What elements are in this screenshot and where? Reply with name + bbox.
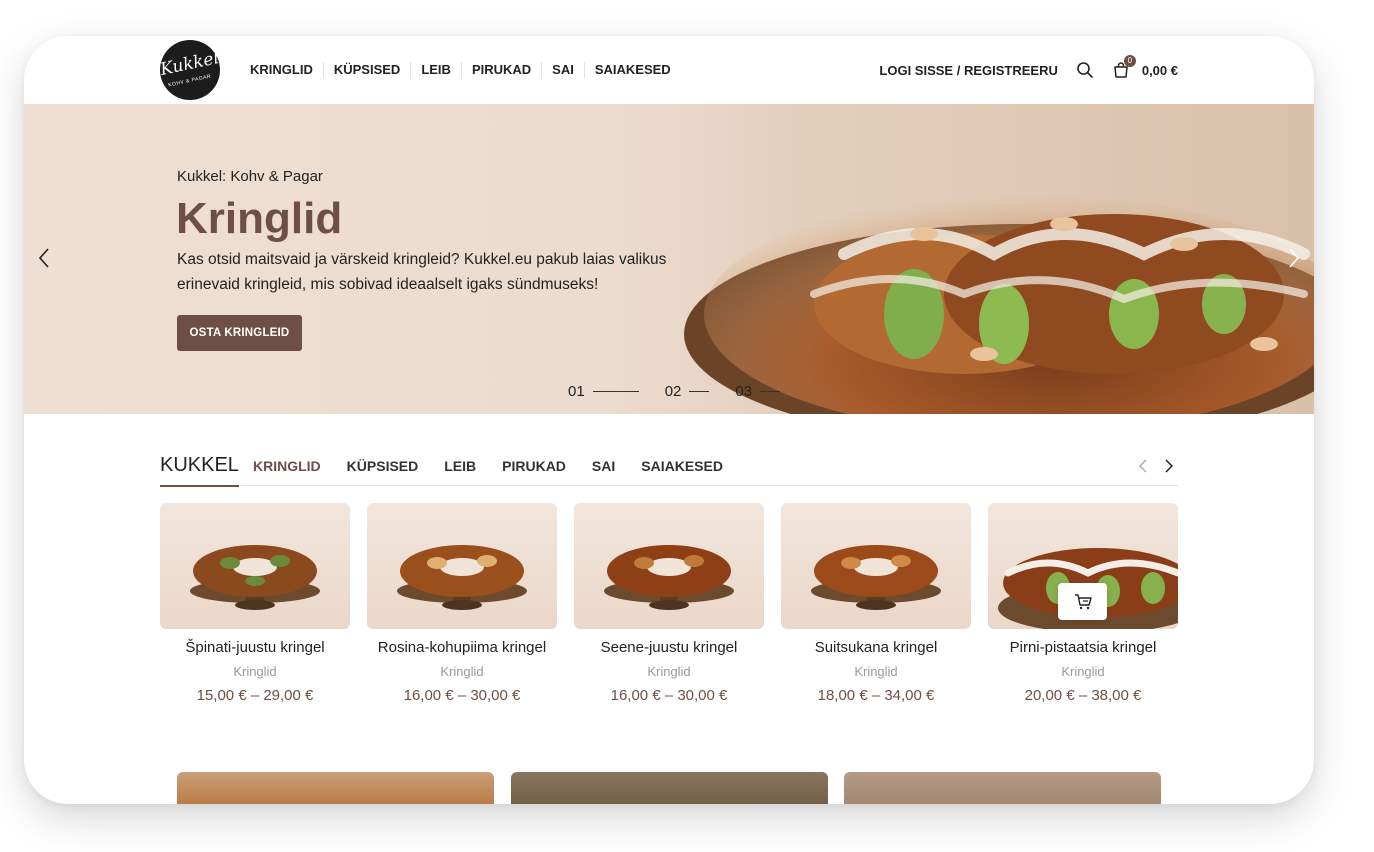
chevron-left-icon[interactable]	[1134, 458, 1152, 474]
chevron-right-icon[interactable]	[1160, 458, 1178, 474]
nav-item-sai[interactable]: SAI	[541, 62, 584, 78]
product-tabs: KUKKEL KRINGLID KÜPSISED LEIB PIRUKAD SA…	[160, 450, 1178, 487]
product-price: 20,00 € – 38,00 €	[1024, 687, 1142, 704]
shopping-bag-icon[interactable]: 0	[1110, 55, 1136, 81]
cart-total[interactable]: 0,00 €	[1142, 63, 1178, 78]
header-actions: LOGI SISSE / REGISTREERU 0 0,00 €	[879, 36, 1178, 104]
tab-list: KRINGLID KÜPSISED LEIB PIRUKAD SAI SAIAK…	[253, 458, 749, 474]
product-price: 15,00 € – 29,00 €	[196, 687, 314, 704]
product-name[interactable]: Rosina-kohupiima kringel	[367, 639, 557, 656]
product-card[interactable]: Špinati-juustu kringel Kringlid 15,00 € …	[160, 503, 350, 704]
hero-title: Kringlid	[176, 194, 343, 243]
hero-slider: Kukkel: Kohv & Pagar Kringlid Kas otsid …	[24, 104, 1314, 414]
category-card[interactable]	[511, 772, 828, 804]
tab-leib[interactable]: LEIB	[444, 458, 476, 474]
add-to-cart-icon[interactable]	[1058, 583, 1107, 620]
product-category[interactable]: Kringlid	[574, 664, 764, 679]
nav-item-saiakesed[interactable]: SAIAKESED	[583, 62, 681, 78]
hero-description: Kas otsid maitsvaid ja värskeid kringlei…	[177, 251, 667, 293]
tab-sai[interactable]: SAI	[592, 458, 615, 474]
product-price: 16,00 € – 30,00 €	[610, 687, 728, 704]
nav-item-kringlid[interactable]: KRINGLID	[250, 62, 323, 78]
product-image[interactable]	[574, 503, 764, 629]
browser-frame: Kukkel KOHV & PAGAR KRINGLID KÜPSISED LE…	[24, 36, 1314, 804]
slide-number: 01	[568, 383, 585, 400]
product-card[interactable]: Pirni-pistaatsia kringel Kringlid 20,00 …	[988, 503, 1178, 704]
product-name[interactable]: Suitsukana kringel	[781, 639, 971, 656]
site-header: Kukkel KOHV & PAGAR KRINGLID KÜPSISED LE…	[24, 36, 1314, 104]
slider-pagination: 01 02 03	[568, 383, 806, 400]
slide-number: 02	[664, 383, 682, 400]
slide-line	[689, 390, 710, 393]
product-image[interactable]	[160, 503, 350, 629]
slide-number: 03	[735, 383, 753, 400]
site-logo[interactable]: Kukkel KOHV & PAGAR	[158, 40, 222, 100]
slide-dot-1[interactable]: 01	[568, 383, 639, 400]
category-card[interactable]	[177, 772, 494, 804]
product-carousel: Špinati-juustu kringel Kringlid 15,00 € …	[160, 503, 1178, 713]
product-card[interactable]: Rosina-kohupiima kringel Kringlid 16,00 …	[367, 503, 557, 704]
product-image[interactable]	[781, 503, 971, 629]
product-name[interactable]: Pirni-pistaatsia kringel	[988, 639, 1178, 656]
product-category[interactable]: Kringlid	[988, 664, 1178, 679]
product-card[interactable]: Suitsukana kringel Kringlid 18,00 € – 34…	[781, 503, 971, 704]
product-price: 16,00 € – 30,00 €	[403, 687, 521, 704]
nav-item-kupsised[interactable]: KÜPSISED	[322, 62, 410, 78]
tab-kupsised[interactable]: KÜPSISED	[347, 458, 419, 474]
search-icon[interactable]	[1074, 59, 1096, 81]
product-category[interactable]: Kringlid	[781, 664, 971, 679]
tabs-title: KUKKEL	[160, 454, 239, 487]
kringel-hero-image	[684, 194, 1314, 414]
product-category[interactable]: Kringlid	[367, 664, 557, 679]
nav-item-leib[interactable]: LEIB	[410, 62, 461, 78]
login-register-link[interactable]: LOGI SISSE / REGISTREERU	[879, 63, 1057, 78]
product-name[interactable]: Špinati-juustu kringel	[160, 639, 350, 656]
product-card[interactable]: Seene-juustu kringel Kringlid 16,00 € – …	[574, 503, 764, 704]
tab-kringlid[interactable]: KRINGLID	[253, 458, 321, 474]
product-price: 18,00 € – 34,00 €	[817, 687, 935, 704]
cart-count-badge: 0	[1123, 55, 1136, 67]
product-image[interactable]	[988, 503, 1178, 629]
shop-kringles-button[interactable]: OSTA KRINGLEID	[177, 315, 302, 351]
category-card[interactable]	[844, 772, 1161, 804]
chevron-left-icon[interactable]	[34, 246, 54, 270]
product-name[interactable]: Seene-juustu kringel	[574, 639, 764, 656]
nav-item-pirukad[interactable]: PIRUKAD	[460, 62, 541, 78]
slide-dot-2[interactable]: 02	[665, 383, 710, 400]
product-image[interactable]	[367, 503, 557, 629]
logo-word: Kukkel	[158, 48, 222, 80]
hero-subtitle: Kukkel: Kohv & Pagar	[177, 168, 323, 185]
slide-line	[760, 390, 781, 393]
slide-line	[592, 390, 639, 393]
tab-saiakesed[interactable]: SAIAKESED	[641, 458, 723, 474]
product-category[interactable]: Kringlid	[160, 664, 350, 679]
tab-pirukad[interactable]: PIRUKAD	[502, 458, 566, 474]
slide-dot-3[interactable]: 03	[735, 383, 781, 400]
carousel-nav	[1126, 458, 1178, 474]
chevron-right-icon[interactable]	[1284, 246, 1304, 270]
main-nav: KRINGLID KÜPSISED LEIB PIRUKAD SAI SAIAK…	[250, 36, 681, 104]
